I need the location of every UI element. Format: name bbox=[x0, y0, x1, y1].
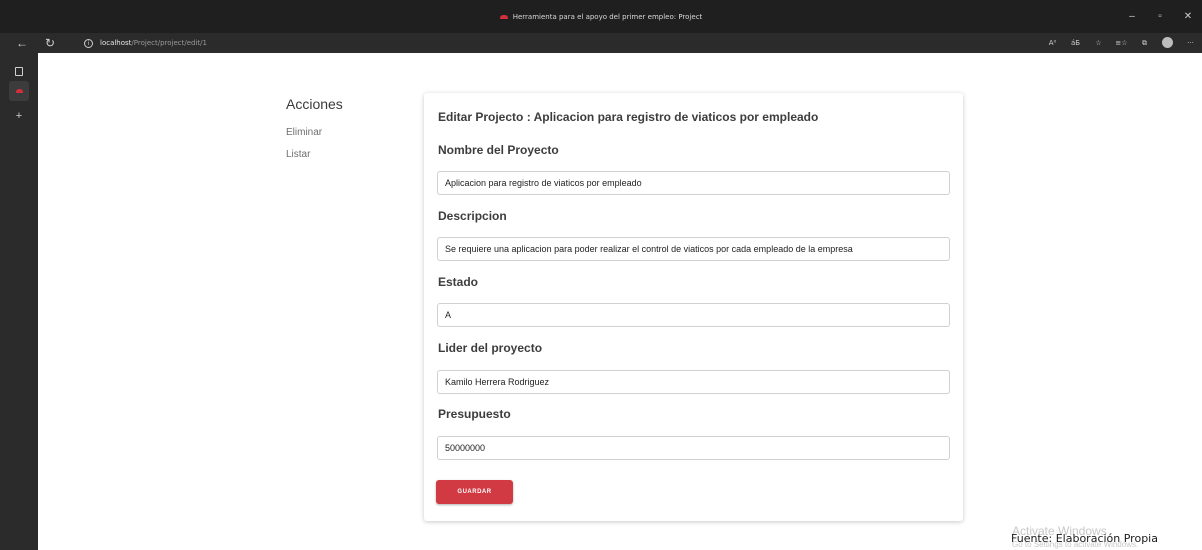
back-button[interactable]: ← bbox=[12, 33, 32, 53]
window-title: Herramienta para el apoyo del primer emp… bbox=[0, 0, 1202, 33]
collections-icon[interactable]: ⧉ bbox=[1133, 39, 1156, 48]
tab-actions-icon bbox=[15, 66, 23, 76]
list-link[interactable]: Listar bbox=[286, 150, 406, 160]
restore-button[interactable]: ▫ bbox=[1146, 11, 1174, 22]
refresh-button[interactable]: ↻ bbox=[40, 33, 60, 53]
more-menu-icon[interactable]: ··· bbox=[1179, 39, 1202, 47]
site-favicon-icon bbox=[499, 14, 508, 19]
url-host: localhost bbox=[100, 39, 132, 47]
budget-label: Presupuesto bbox=[438, 407, 511, 421]
site-favicon-icon bbox=[15, 89, 23, 93]
window-controls: – ▫ ✕ bbox=[1118, 0, 1202, 33]
vertical-tabs-sidebar: + bbox=[0, 53, 38, 550]
description-input[interactable] bbox=[437, 237, 950, 261]
budget-input[interactable] bbox=[437, 436, 950, 460]
status-input[interactable] bbox=[437, 303, 950, 327]
site-info-icon[interactable]: i bbox=[84, 38, 93, 48]
status-label: Estado bbox=[438, 275, 479, 289]
delete-link[interactable]: Eliminar bbox=[286, 128, 406, 138]
window-title-text: Herramienta para el apoyo del primer emp… bbox=[512, 12, 703, 21]
profile-button[interactable] bbox=[1156, 36, 1179, 50]
url-path: /Project/project/edit/1 bbox=[131, 39, 207, 47]
profile-avatar-icon bbox=[1162, 36, 1173, 48]
project-name-label: Nombre del Proyecto bbox=[438, 143, 559, 157]
edit-project-form: Editar Projecto : Aplicacion para regist… bbox=[424, 93, 963, 521]
tab-active-project[interactable] bbox=[9, 81, 29, 101]
browser-toolbar: A⁰ áБ ☆ ≡☆ ⧉ ··· bbox=[1041, 33, 1202, 53]
project-name-input[interactable] bbox=[437, 171, 950, 195]
new-tab-button[interactable]: + bbox=[9, 106, 29, 126]
browser-title-bar: Herramienta para el apoyo del primer emp… bbox=[0, 0, 1202, 33]
translate-icon[interactable]: áБ bbox=[1064, 39, 1087, 47]
source-caption: Fuente: Elaboración Propia bbox=[1011, 532, 1158, 545]
actions-title: Acciones bbox=[286, 96, 343, 112]
save-button[interactable]: GUARDAR bbox=[436, 480, 513, 504]
actions-panel: Acciones Eliminar Listar bbox=[286, 96, 406, 160]
description-label: Descripcion bbox=[438, 209, 507, 223]
close-window-button[interactable]: ✕ bbox=[1174, 11, 1202, 22]
page-content: Acciones Eliminar Listar Editar Projecto… bbox=[38, 53, 1202, 550]
project-leader-label: Lider del proyecto bbox=[438, 341, 543, 355]
project-leader-input[interactable] bbox=[437, 370, 950, 394]
favorite-star-icon[interactable]: ☆ bbox=[1087, 39, 1110, 47]
tab-actions-button[interactable] bbox=[9, 61, 29, 81]
form-title: Editar Projecto : Aplicacion para regist… bbox=[438, 110, 819, 124]
read-aloud-icon[interactable]: A⁰ bbox=[1041, 39, 1064, 47]
favorites-list-icon[interactable]: ≡☆ bbox=[1110, 39, 1133, 47]
address-bar: ← ↻ i localhost/Project/project/edit/1 A… bbox=[0, 33, 1202, 53]
minimize-button[interactable]: – bbox=[1118, 11, 1146, 22]
url-field[interactable]: i localhost/Project/project/edit/1 bbox=[70, 35, 1015, 51]
